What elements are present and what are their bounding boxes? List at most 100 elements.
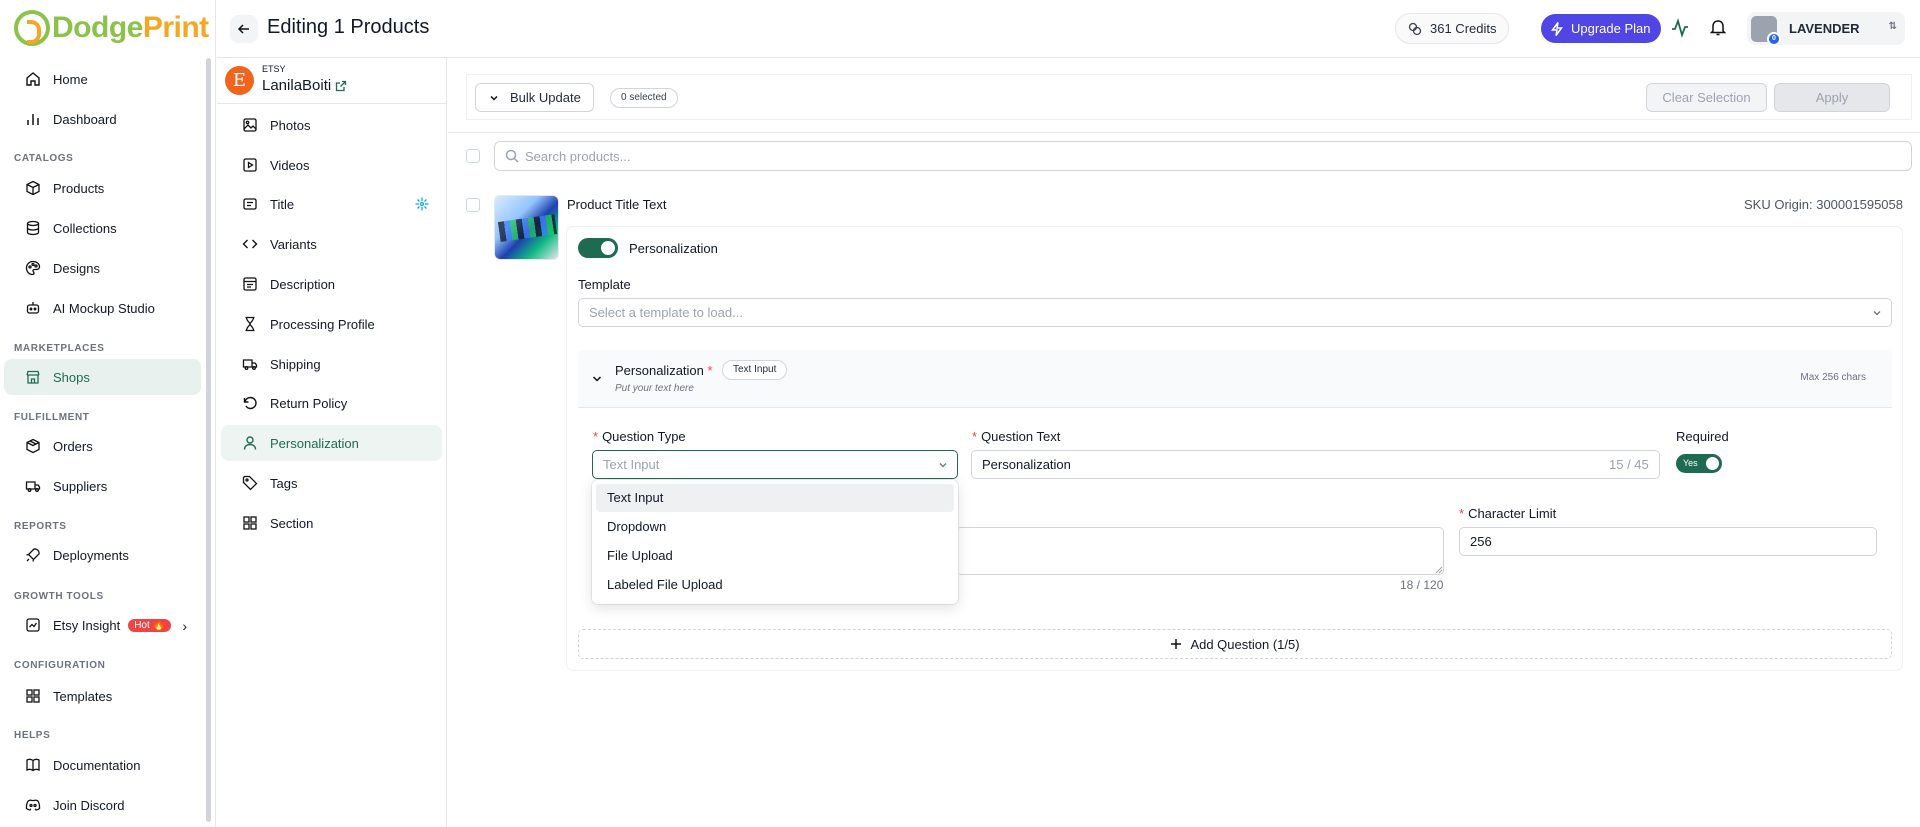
bulk-update-label: Bulk Update <box>510 90 581 105</box>
bell-icon[interactable] <box>1708 17 1728 37</box>
template-select[interactable]: Select a template to load... <box>578 298 1892 327</box>
nav-collections-label: Collections <box>53 220 117 236</box>
grid-icon <box>26 689 40 703</box>
section-section[interactable]: Section <box>221 505 442 541</box>
nav-group-configuration: CONFIGURATION <box>14 660 106 671</box>
option-dropdown[interactable]: Dropdown <box>596 513 954 541</box>
question-type-label-text: Question Type <box>602 429 686 444</box>
page-title: Editing 1 Products <box>267 16 430 38</box>
question-type-dropdown: Text Input Dropdown File Upload Labeled … <box>592 480 958 604</box>
apply-button[interactable]: Apply <box>1774 83 1890 112</box>
upgrade-plan-button[interactable]: Upgrade Plan <box>1541 14 1661 43</box>
nav-ai-mockup-label: AI Mockup Studio <box>53 300 155 316</box>
activity-icon[interactable] <box>1670 18 1690 38</box>
box-icon <box>26 180 40 196</box>
add-question-button[interactable]: Add Question (1/5) <box>578 629 1892 659</box>
nav-orders[interactable]: Orders <box>4 428 201 464</box>
chevron-down-icon <box>939 463 947 468</box>
credits-button[interactable]: 361 Credits <box>1395 13 1510 44</box>
chevron-down-icon[interactable] <box>590 372 604 386</box>
brand-logo[interactable]: DodgePrint <box>14 10 209 46</box>
question-type-label: * Question Type <box>593 429 686 444</box>
nav-templates[interactable]: Templates <box>4 678 201 714</box>
question-type-select[interactable]: Text Input <box>592 450 958 479</box>
nav-group-fulfillment: FULFILLMENT <box>14 412 90 423</box>
logo-mark-icon <box>14 10 50 46</box>
option-text-input[interactable]: Text Input <box>596 484 954 512</box>
nav-etsy-insight-label: Etsy Insight <box>53 617 121 633</box>
section-videos[interactable]: Videos <box>221 147 442 183</box>
clear-selection-button[interactable]: Clear Selection <box>1646 83 1767 112</box>
option-file-upload[interactable]: File Upload <box>596 542 954 570</box>
hot-badge: Hot 🔥 <box>128 618 171 632</box>
question-title: Personalization * <box>615 363 713 378</box>
option-labeled-file-upload[interactable]: Labeled File Upload <box>596 571 954 599</box>
discord-icon <box>25 799 41 811</box>
section-tags[interactable]: Tags <box>221 465 442 501</box>
book-icon <box>26 758 40 772</box>
shop-name: LanilaBoiti <box>262 77 332 94</box>
sparkle-icon[interactable] <box>414 196 430 212</box>
question-type-badge: Text Input <box>722 360 788 380</box>
nav-products[interactable]: Products <box>4 170 201 206</box>
section-photos[interactable]: Photos <box>221 107 442 143</box>
template-label: Template <box>578 277 631 292</box>
nav-documentation[interactable]: Documentation <box>4 747 201 783</box>
bar-chart-icon <box>27 114 39 125</box>
bulk-update-button[interactable]: Bulk Update <box>475 83 594 112</box>
resize-handle-icon[interactable] <box>1435 566 1443 574</box>
required-mark: * <box>707 363 713 378</box>
section-description-label: Description <box>270 276 336 292</box>
truck-icon <box>25 481 41 492</box>
nav-scrollbar[interactable] <box>206 58 211 822</box>
code-icon <box>242 239 258 249</box>
nav-deployments[interactable]: Deployments <box>4 537 201 573</box>
nav-dashboard[interactable]: Dashboard <box>4 101 201 137</box>
edit-sections-panel: E ETSY LanilaBoiti Photos Videos Title V… <box>217 58 447 827</box>
required-value: Yes <box>1683 458 1698 468</box>
search-icon <box>505 149 519 163</box>
database-icon <box>26 220 40 236</box>
section-return-policy[interactable]: Return Policy <box>221 385 442 421</box>
nav-group-growth-tools: GROWTH TOOLS <box>14 591 104 602</box>
search-input[interactable] <box>525 148 1825 164</box>
section-variants-label: Variants <box>270 236 317 252</box>
section-personalization[interactable]: Personalization <box>221 425 442 461</box>
nav-join-discord[interactable]: Join Discord <box>4 787 201 823</box>
character-limit-input[interactable]: 256 <box>1459 527 1877 556</box>
user-icon <box>243 436 257 450</box>
instructions-textarea[interactable] <box>956 527 1444 575</box>
shop-link[interactable]: LanilaBoiti <box>262 77 347 94</box>
section-processing-profile[interactable]: Processing Profile <box>221 306 442 342</box>
section-shipping[interactable]: Shipping <box>221 346 442 382</box>
section-title[interactable]: Title <box>221 186 442 222</box>
question-text-input[interactable]: Personalization <box>971 450 1660 479</box>
section-title-label: Title <box>270 196 295 212</box>
section-variants[interactable]: Variants <box>221 226 442 262</box>
user-menu[interactable]: 0 LAVENDER ⇅ <box>1747 12 1905 46</box>
sku-origin: SKU Origin: 300001595058 <box>1743 197 1903 212</box>
add-question-label: Add Question (1/5) <box>1190 636 1300 652</box>
plus-icon <box>1171 639 1182 649</box>
required-toggle[interactable]: Yes <box>1676 454 1722 473</box>
left-navigation: DodgePrint Home Dashboard CATALOGS Produ… <box>0 0 216 827</box>
personalization-toggle[interactable] <box>578 238 618 258</box>
chevron-right-icon: › <box>182 618 187 634</box>
nav-collections[interactable]: Collections <box>4 210 201 246</box>
product-checkbox[interactable] <box>466 198 480 212</box>
back-button[interactable] <box>230 15 258 43</box>
truck-icon <box>242 359 258 370</box>
nav-suppliers[interactable]: Suppliers <box>4 468 201 504</box>
lightning-icon <box>1551 21 1563 36</box>
nav-home[interactable]: Home <box>4 61 201 97</box>
nav-designs[interactable]: Designs <box>4 250 201 286</box>
product-title: Product Title Text <box>567 197 667 212</box>
nav-group-reports: REPORTS <box>14 521 67 532</box>
section-description[interactable]: Description <box>221 266 442 302</box>
question-text-label: * Question Text <box>972 429 1061 444</box>
select-all-checkbox[interactable] <box>466 149 480 163</box>
nav-shops[interactable]: Shops <box>4 359 201 395</box>
nav-ai-mockup-studio[interactable]: AI Mockup Studio <box>4 290 201 326</box>
nav-etsy-insight[interactable]: Etsy Insight Hot 🔥 › <box>4 607 201 643</box>
section-return-policy-label: Return Policy <box>270 395 348 411</box>
